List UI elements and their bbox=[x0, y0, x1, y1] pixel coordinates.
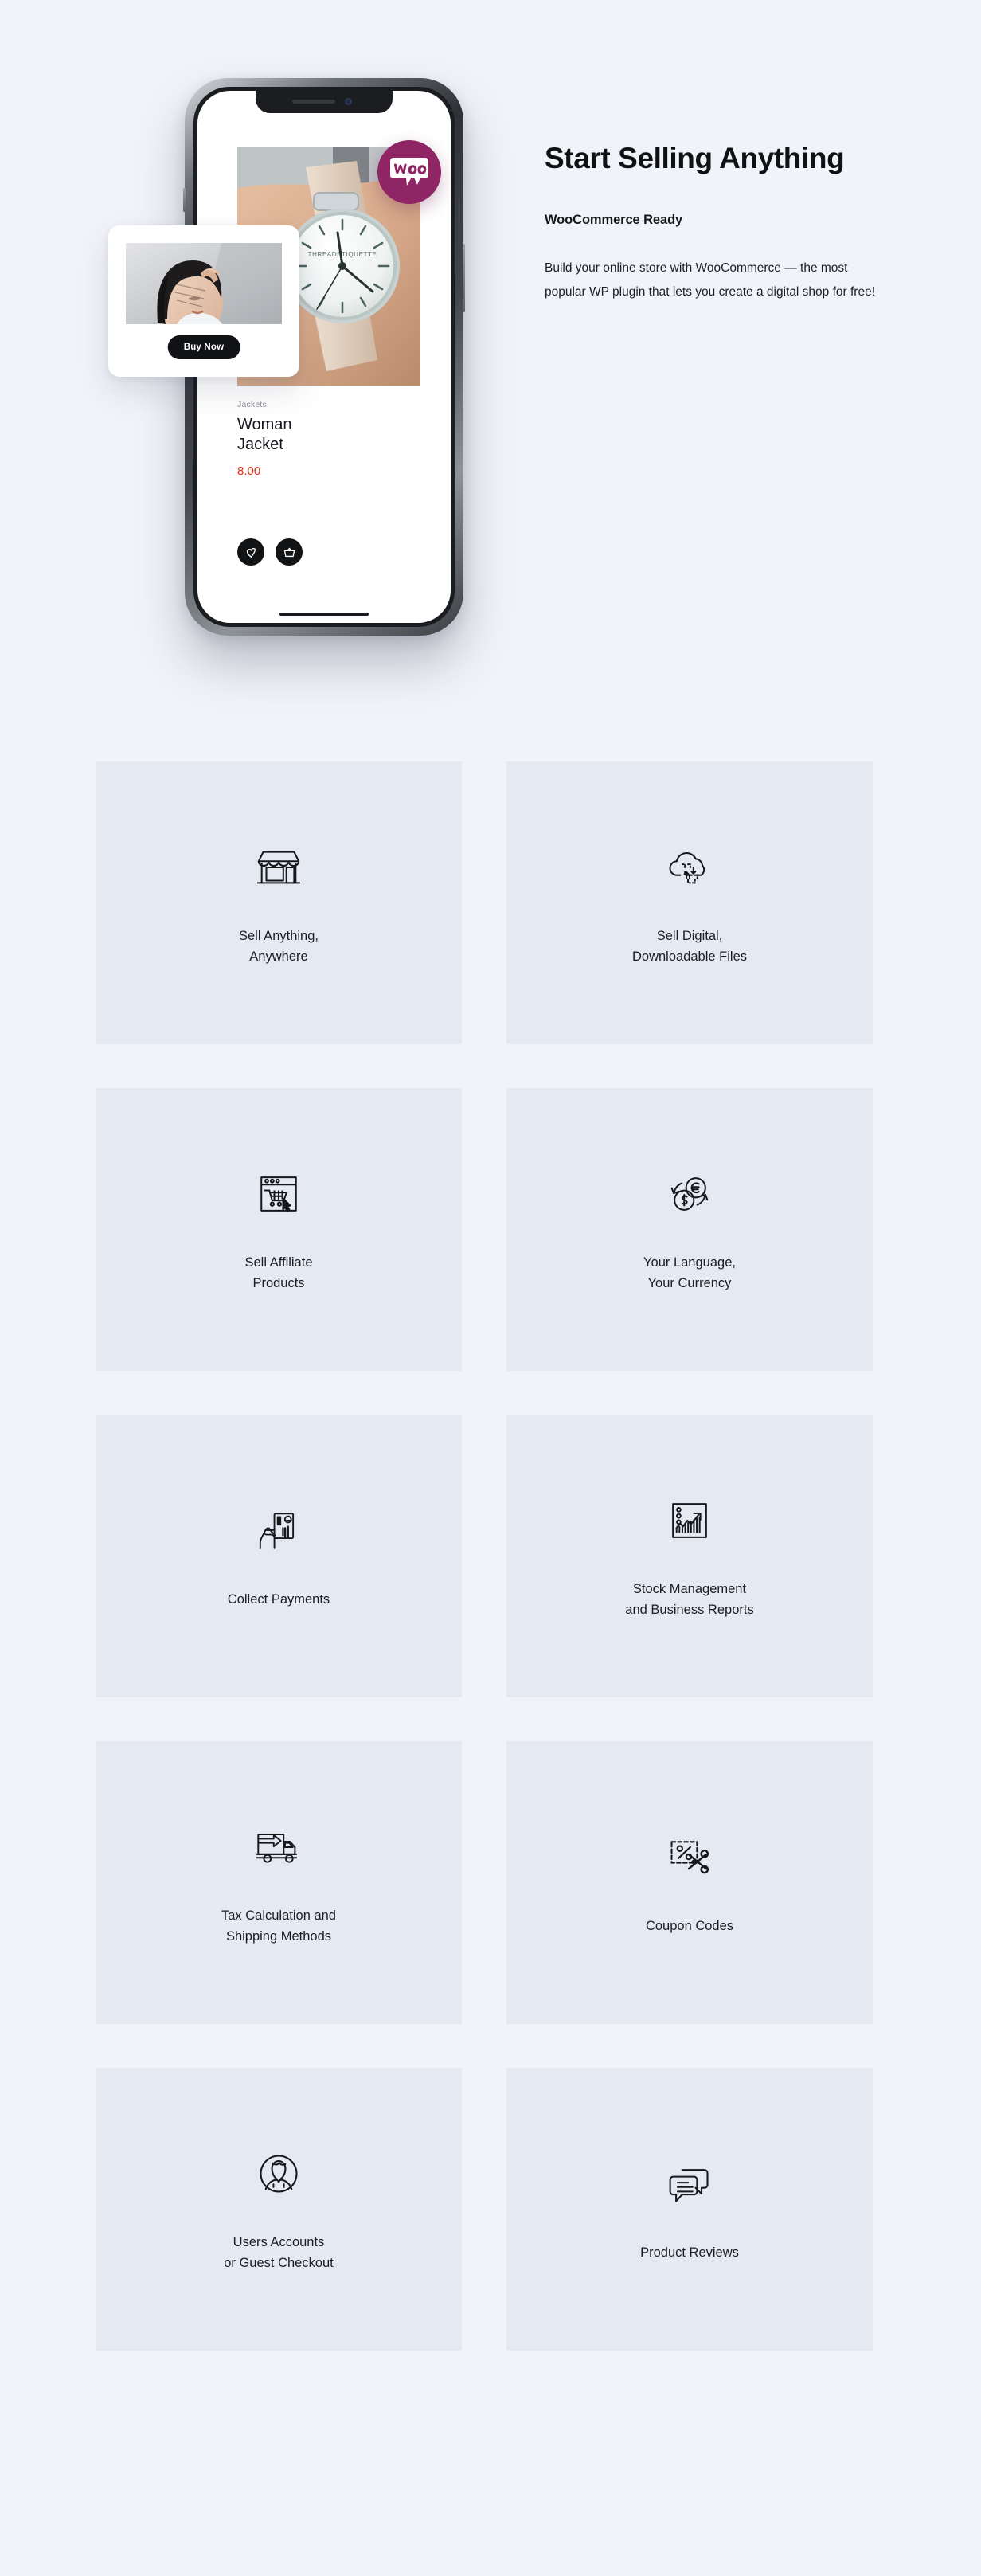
hero-section: THREADETIQUETTE Jackets Woman Jacket 8.0… bbox=[0, 0, 981, 701]
feature-label: Users Accounts or Guest Checkout bbox=[224, 2234, 334, 2270]
hand-credit-card-icon bbox=[256, 1503, 302, 1559]
front-camera-icon bbox=[345, 98, 352, 105]
hero-subtitle: WooCommerce Ready bbox=[545, 213, 683, 227]
browser-cart-icon bbox=[256, 1166, 302, 1222]
feature-card-user-accounts: Users Accounts or Guest Checkout bbox=[96, 2068, 462, 2351]
basket-icon bbox=[283, 547, 295, 557]
feature-label: Collect Payments bbox=[227, 1591, 330, 1607]
hero-description: Build your online store with WooCommerce… bbox=[545, 261, 876, 299]
user-avatar-circle-icon bbox=[255, 2146, 303, 2202]
feature-label: Sell Anything, Anywhere bbox=[239, 928, 319, 964]
coupon-scissors-icon bbox=[666, 1830, 713, 1885]
wishlist-button[interactable] bbox=[237, 538, 264, 566]
product-category: Jackets bbox=[237, 400, 267, 409]
floating-product-card: Buy Now bbox=[108, 225, 299, 377]
phone-mute-switch bbox=[183, 188, 186, 212]
feature-label: Sell Affiliate Products bbox=[244, 1255, 313, 1290]
feature-card-sell-affiliate: Sell Affiliate Products bbox=[96, 1088, 462, 1371]
feature-label: Tax Calculation and Shipping Methods bbox=[221, 1908, 336, 1944]
cloud-download-icon bbox=[665, 840, 714, 895]
svg-text:THREADETIQUETTE: THREADETIQUETTE bbox=[308, 251, 377, 258]
feature-label: Your Language, Your Currency bbox=[643, 1255, 736, 1290]
woocommerce-badge bbox=[377, 140, 441, 204]
feature-card-sell-anything: Sell Anything, Anywhere bbox=[96, 761, 462, 1044]
floating-card-photo bbox=[126, 243, 282, 324]
product-meta: Jackets Woman Jacket 8.00 bbox=[237, 400, 420, 478]
woo-logo-icon bbox=[390, 158, 428, 186]
bar-chart-growth-icon bbox=[666, 1493, 713, 1548]
product-price: 8.00 bbox=[237, 464, 261, 478]
feature-label: Stock Management and Business Reports bbox=[625, 1581, 754, 1617]
add-to-cart-button[interactable] bbox=[276, 538, 303, 566]
feature-card-coupon-codes: Coupon Codes bbox=[506, 1741, 873, 2024]
product-title: Woman Jacket bbox=[237, 416, 292, 453]
page-root: THREADETIQUETTE Jackets Woman Jacket 8.0… bbox=[0, 0, 981, 2576]
delivery-truck-icon bbox=[254, 1819, 303, 1875]
feature-card-stock-management: Stock Management and Business Reports bbox=[506, 1415, 873, 1697]
feature-label: Product Reviews bbox=[640, 2245, 739, 2260]
feature-card-language-currency: Your Language, Your Currency bbox=[506, 1088, 873, 1371]
currency-exchange-icon bbox=[665, 1166, 714, 1222]
buy-now-button[interactable]: Buy Now bbox=[167, 335, 240, 359]
hero-copy: Start Selling Anything WooCommerce Ready… bbox=[545, 139, 887, 304]
phone-power-button bbox=[463, 244, 465, 312]
heart-icon bbox=[246, 547, 256, 558]
feature-card-collect-payments: Collect Payments bbox=[96, 1415, 462, 1697]
phone-notch bbox=[256, 91, 393, 113]
feature-card-sell-digital: Sell Digital, Downloadable Files bbox=[506, 761, 873, 1044]
product-actions bbox=[237, 538, 303, 566]
feature-card-tax-shipping: Tax Calculation and Shipping Methods bbox=[96, 1741, 462, 2024]
page-title: Start Selling Anything bbox=[545, 142, 845, 174]
feature-grid: Sell Anything, Anywhere Sell Digital, Do… bbox=[96, 761, 873, 2351]
earpiece-speaker-icon bbox=[292, 100, 335, 104]
phone-home-indicator bbox=[279, 613, 369, 616]
feature-card-product-reviews: Product Reviews bbox=[506, 2068, 873, 2351]
feature-label: Coupon Codes bbox=[645, 1918, 734, 1933]
chat-bubbles-icon bbox=[666, 2156, 713, 2212]
feature-label: Sell Digital, Downloadable Files bbox=[632, 928, 747, 964]
storefront-icon bbox=[254, 840, 303, 895]
